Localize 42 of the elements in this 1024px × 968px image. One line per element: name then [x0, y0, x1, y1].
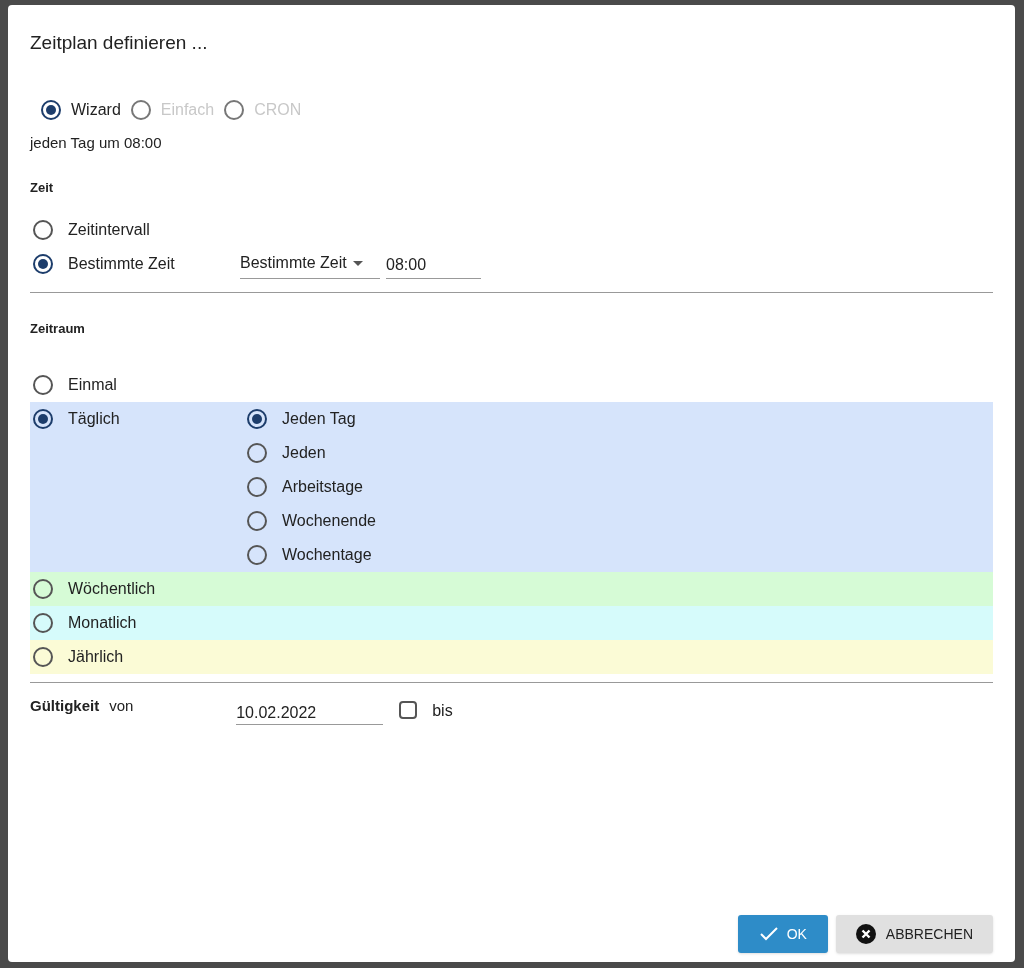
ok-button[interactable]: OK: [737, 915, 828, 953]
radio-button[interactable]: [247, 477, 267, 497]
radio-label: Wochentage: [282, 545, 372, 565]
section-heading: Zeit: [30, 179, 55, 197]
radio-label: Jeden Tag: [282, 409, 356, 429]
schedule-summary: jeden Tag um 08:00: [30, 132, 163, 153]
radio-label: Zeitintervall: [68, 219, 151, 240]
check-icon: [758, 926, 779, 942]
checkbox[interactable]: [399, 701, 418, 719]
radio-label: Täglich: [68, 409, 120, 429]
date-input[interactable]: 10.02.2022: [236, 695, 384, 725]
time-dropdown[interactable]: Bestimmte Zeit: [240, 248, 380, 279]
radio-label: Einmal: [68, 375, 117, 395]
radio-button[interactable]: [33, 253, 53, 274]
radio-label: Wochenende: [282, 511, 376, 531]
radio-label: Bestimmte Zeit: [68, 253, 176, 274]
radio-button[interactable]: [33, 579, 53, 599]
radio-label: Wöchentlich: [68, 579, 156, 599]
radio-label: Monatlich: [68, 613, 137, 633]
dialog-title: Zeitplan definieren ...: [30, 31, 209, 55]
radio-button[interactable]: [33, 647, 53, 667]
section-heading: Zeitraum: [30, 319, 86, 338]
time-input[interactable]: 08:00: [386, 248, 481, 279]
radio-label: Jeden: [282, 443, 326, 463]
radio-label: Wizard: [71, 99, 121, 120]
field-label: von: [109, 696, 135, 716]
radio-label: Jährlich: [68, 647, 124, 667]
radio-button[interactable]: [247, 409, 267, 429]
radio-button[interactable]: [33, 375, 53, 395]
radio-button[interactable]: [41, 99, 61, 120]
radio-button[interactable]: [247, 443, 267, 463]
radio-button[interactable]: [33, 219, 53, 240]
field-label: Gültigkeit: [30, 696, 100, 716]
radio-label: Arbeitstage: [282, 477, 363, 497]
close-icon: [855, 924, 876, 944]
radio-button[interactable]: [247, 545, 267, 565]
caret-icon: [352, 260, 363, 266]
cancel-button[interactable]: ABBRECHEN: [835, 915, 993, 953]
checkbox-label: bis: [432, 701, 453, 721]
radio-button[interactable]: [247, 511, 267, 531]
radio-button[interactable]: [33, 613, 53, 633]
radio-button[interactable]: [33, 409, 53, 429]
